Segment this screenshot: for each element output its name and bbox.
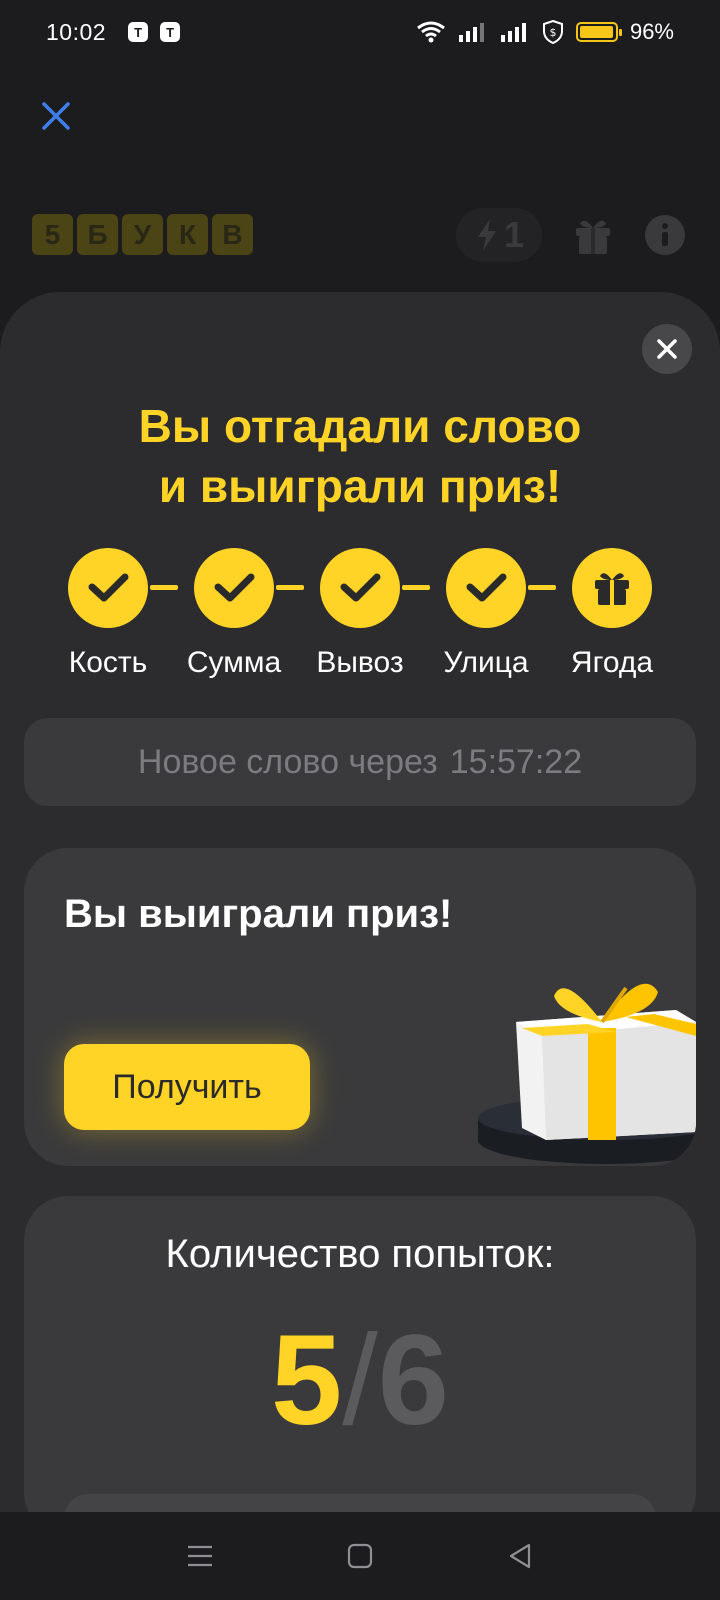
close-webview-button[interactable] (36, 96, 76, 136)
svg-text:$: $ (549, 26, 556, 39)
win-sheet: Вы отгадали слово и выиграли приз! Кость… (0, 292, 720, 1536)
sheet-title: Вы отгадали слово и выиграли приз! (0, 396, 720, 516)
battery-fill (579, 26, 613, 38)
logo-letter: Б (77, 214, 118, 255)
sheet-title-line: Вы отгадали слово (138, 400, 582, 452)
check-icon (214, 573, 255, 602)
sheet-close-button[interactable] (642, 324, 692, 374)
step-label: Вывоз (316, 646, 404, 679)
check-icon (88, 573, 129, 602)
step-label: Кость (68, 646, 148, 679)
nav-home-button[interactable] (340, 1536, 380, 1576)
logo-letter: 5 (32, 214, 73, 255)
back-triangle-icon (509, 1543, 531, 1569)
system-nav-bar (0, 1512, 720, 1600)
header-icons: 1 (455, 208, 686, 262)
game-logo: 5 Б У К В (32, 214, 253, 255)
timer-text: Новое слово через (137, 742, 438, 781)
signal-icon (458, 23, 484, 42)
info-icon[interactable] (644, 214, 686, 256)
sheet-title-line: и выиграли приз! (158, 460, 562, 512)
wifi-icon (417, 21, 445, 43)
step-circle (446, 548, 526, 628)
notification-icons: T T (128, 22, 181, 42)
check-icon (466, 573, 507, 602)
logo-letter: К (167, 214, 208, 255)
home-square-icon (347, 1543, 373, 1569)
gift-icon[interactable] (572, 214, 614, 256)
logo-letter: В (212, 214, 253, 255)
prize-card: Вы выиграли приз! Получить (24, 848, 696, 1166)
energy-count: 1 (503, 214, 524, 255)
tinkoff-icon: T (160, 22, 181, 42)
nav-back-button[interactable] (500, 1536, 540, 1576)
prize-title: Вы выиграли приз! (64, 892, 453, 936)
status-right: $ 96% (416, 19, 674, 45)
progress-step: Ягода (547, 548, 677, 680)
get-prize-button[interactable]: Получить (64, 1044, 310, 1130)
gift-icon (595, 573, 629, 605)
step-label: Сумма (186, 646, 282, 679)
close-icon (42, 102, 70, 130)
attempts-card: Количество попыток: 5/6 (24, 1196, 696, 1536)
status-bar: 10:02 T T $ 96% (0, 0, 720, 64)
word-progress: Кость Сумма Вывоз Улица Ягода (0, 548, 720, 688)
gift-box-illustration (478, 983, 696, 1164)
attempts-total: 6 (377, 1309, 449, 1452)
progress-step: Вывоз (295, 548, 425, 680)
signal-icon (500, 23, 526, 42)
menu-icon (188, 1545, 212, 1567)
next-word-timer: Новое слово через 15:57:22 (24, 718, 696, 806)
step-label: Ягода (570, 646, 654, 679)
step-circle (320, 548, 400, 628)
battery-percent: 96% (629, 19, 674, 44)
step-label: Улица (443, 646, 529, 679)
close-icon (657, 339, 677, 359)
battery-icon (575, 22, 622, 42)
progress-step: Улица (421, 548, 551, 680)
lightning-icon (477, 219, 496, 251)
progress-step: Кость (43, 548, 173, 680)
step-circle (194, 548, 274, 628)
attempts-count: 5/6 (24, 1306, 696, 1456)
attempts-separator: / (342, 1309, 378, 1452)
timer-value: 15:57:22 (449, 742, 583, 781)
step-circle (68, 548, 148, 628)
logo-letter: У (122, 214, 163, 255)
nav-menu-button[interactable] (180, 1536, 220, 1576)
attempts-used: 5 (271, 1309, 343, 1452)
check-icon (340, 573, 381, 602)
vpn-shield-icon: $ (542, 20, 563, 44)
status-time: 10:02 (46, 18, 107, 45)
tinkoff-icon: T (128, 22, 149, 42)
step-circle (572, 548, 652, 628)
energy-button[interactable]: 1 (455, 208, 542, 262)
attempts-title: Количество попыток: (165, 1232, 555, 1276)
progress-step: Сумма (169, 548, 299, 680)
